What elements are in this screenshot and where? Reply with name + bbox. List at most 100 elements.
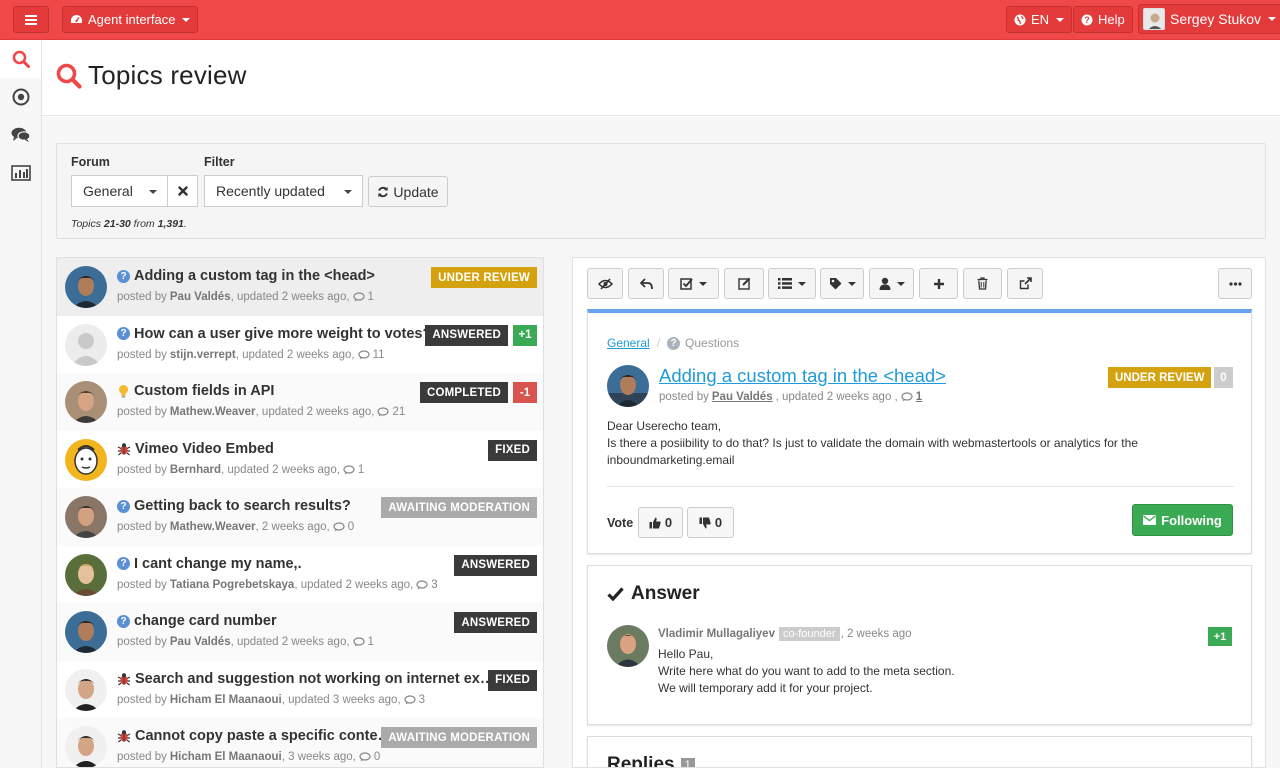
delete-button[interactable] — [963, 268, 1002, 299]
forum-clear-button[interactable] — [167, 175, 198, 207]
globe-icon — [1014, 14, 1026, 25]
topic-author[interactable]: Mathew.Weaver — [170, 521, 256, 533]
comment-icon — [352, 637, 365, 647]
topic-title-text: Cannot copy paste a specific conte… — [135, 728, 393, 744]
tags-dropdown[interactable] — [820, 268, 864, 299]
topic-row[interactable]: Custom fields in API posted by Mathew.Weav… — [57, 373, 543, 431]
more-button[interactable] — [1218, 268, 1252, 299]
status-badge: UNDER REVIEW — [431, 267, 537, 288]
topic-title[interactable]: ? How can a user give more weight to vote… — [117, 326, 431, 342]
sidenav-item-search[interactable] — [0, 40, 41, 78]
svg-text:?: ? — [1084, 15, 1090, 25]
sidenav-item-reports[interactable] — [0, 154, 41, 192]
topic-detail-panel: General / ? Questions Adding a custom ta… — [572, 257, 1266, 768]
answer-author-avatar — [607, 625, 649, 667]
hide-button[interactable] — [587, 268, 623, 299]
topic-title-link[interactable]: Adding a custom tag in the <head> — [659, 365, 946, 387]
topic-author[interactable]: stijn.verrept — [170, 349, 236, 361]
topic-row[interactable]: Search and suggestion not working on int… — [57, 660, 543, 718]
reply-button[interactable] — [628, 268, 664, 299]
move-dropdown[interactable] — [768, 268, 816, 299]
following-button[interactable]: Following — [1132, 504, 1233, 536]
following-label: Following — [1161, 512, 1222, 528]
comment-icon — [352, 292, 365, 302]
topic-author[interactable]: Hicham El Maanaoui — [170, 751, 282, 763]
topic-row[interactable]: Cannot copy paste a specific conte… poste… — [57, 718, 543, 767]
breadcrumb-forum-link[interactable]: General — [607, 336, 650, 350]
topic-title[interactable]: Vimeo Video Embed — [117, 441, 274, 457]
downvote-button[interactable]: 0 — [687, 507, 734, 538]
question-icon: ? — [117, 557, 130, 570]
topic-row[interactable]: ? Getting back to search results? posted b… — [57, 488, 543, 546]
hamburger-icon — [25, 14, 37, 25]
topic-meta: posted by Mathew.Weaver, updated 2 weeks … — [117, 406, 406, 418]
envelope-icon — [1143, 515, 1157, 525]
topic-comment-count: 3 — [431, 578, 438, 591]
status-badge: ANSWERED — [425, 324, 508, 346]
agent-interface-dropdown[interactable]: Agent interface — [62, 6, 199, 33]
sidenav-item-comments[interactable] — [0, 116, 41, 154]
downvote-count: 0 — [714, 515, 723, 530]
topic-title[interactable]: ? change card number — [117, 613, 277, 629]
topic-row[interactable]: ? Adding a custom tag in the <head> posted… — [57, 258, 543, 316]
assign-dropdown[interactable] — [869, 268, 914, 299]
chevron-down-icon — [699, 281, 707, 286]
add-button[interactable] — [919, 268, 958, 299]
topic-title[interactable]: ? I cant change my name,. — [117, 556, 302, 572]
search-icon — [56, 63, 82, 89]
comment-icon — [359, 752, 371, 762]
edit-button[interactable] — [724, 268, 764, 299]
topic-meta: posted by Hicham El Maanaoui, 3 weeks ago… — [117, 751, 381, 763]
topic-title[interactable]: ? Adding a custom tag in the <head> — [117, 268, 375, 284]
status-dropdown[interactable] — [668, 268, 719, 299]
topic-row[interactable]: ? How can a user give more weight to vote… — [57, 315, 543, 373]
topic-author[interactable]: Tatiana Pogrebetskaya — [170, 579, 294, 591]
open-external-button[interactable] — [1007, 268, 1043, 299]
edit-icon — [737, 277, 750, 290]
language-dropdown[interactable]: EN — [1006, 6, 1073, 33]
update-button[interactable]: Update — [368, 176, 448, 207]
divider — [607, 486, 1234, 487]
topic-author[interactable]: Pau Valdés — [170, 291, 231, 303]
topic-comments-link[interactable]: 1 — [916, 391, 922, 403]
comment-icon — [343, 464, 355, 474]
topic-title-text: Vimeo Video Embed — [135, 440, 274, 457]
dashboard-icon — [71, 15, 82, 23]
topic-comment-count: 3 — [418, 693, 426, 706]
chevron-down-icon — [182, 17, 191, 22]
topic-author-avatar — [65, 438, 107, 481]
topic-author[interactable]: Pau Valdés — [170, 636, 231, 648]
topic-author[interactable]: Bernhard — [170, 464, 221, 476]
topic-meta: posted by Tatiana Pogrebetskaya, updated … — [117, 578, 438, 591]
check-square-icon — [680, 278, 693, 290]
topic-title[interactable]: Cannot copy paste a specific conte… — [117, 728, 392, 744]
answer-card: Answer Vladimir Mullagaliyev co-founder … — [587, 565, 1252, 725]
upvote-button[interactable]: 0 — [638, 507, 683, 538]
filter-panel: Forum General Filter Recently updated Up… — [56, 143, 1266, 239]
question-icon: ? — [667, 336, 681, 350]
answer-author[interactable]: Vladimir Mullagaliyev — [658, 628, 775, 640]
replies-count-badge: 1 — [680, 758, 695, 767]
topic-row[interactable]: ? change card number posted by Pau Valdés, … — [57, 603, 543, 661]
topic-row[interactable]: ? I cant change my name,. posted by Tatiana… — [57, 545, 543, 603]
topic-title-text: Search and suggestion not working on int… — [135, 670, 495, 687]
topic-title[interactable]: Search and suggestion not working on int… — [117, 671, 494, 687]
forum-select[interactable]: General — [71, 175, 168, 207]
sidenav-item-target[interactable] — [0, 78, 41, 116]
menu-button[interactable] — [13, 6, 49, 33]
breadcrumb-category: Questions — [685, 336, 740, 350]
comment-icon — [358, 349, 370, 359]
topic-author[interactable]: Mathew.Weaver — [170, 406, 256, 418]
topic-row[interactable]: Vimeo Video Embed posted by Bernhard, upda… — [57, 430, 543, 488]
topic-author-link[interactable]: Pau Valdés — [712, 391, 773, 403]
topic-meta: posted by Hicham El Maanaoui, updated 3 w… — [117, 693, 426, 706]
topic-author[interactable]: Hicham El Maanaoui — [170, 694, 282, 706]
topic-meta: posted by Pau Valdés , updated 2 weeks a… — [659, 391, 923, 403]
help-button[interactable]: ? Help — [1073, 6, 1133, 33]
filter-select[interactable]: Recently updated — [204, 175, 363, 207]
user-menu-dropdown[interactable]: Sergey Stukov — [1138, 4, 1280, 34]
comment-icon — [404, 694, 416, 704]
topic-title[interactable]: ? Getting back to search results? — [117, 498, 351, 514]
topic-title-text: I cant change my name,. — [134, 555, 302, 572]
topic-title[interactable]: Custom fields in API — [117, 383, 274, 399]
